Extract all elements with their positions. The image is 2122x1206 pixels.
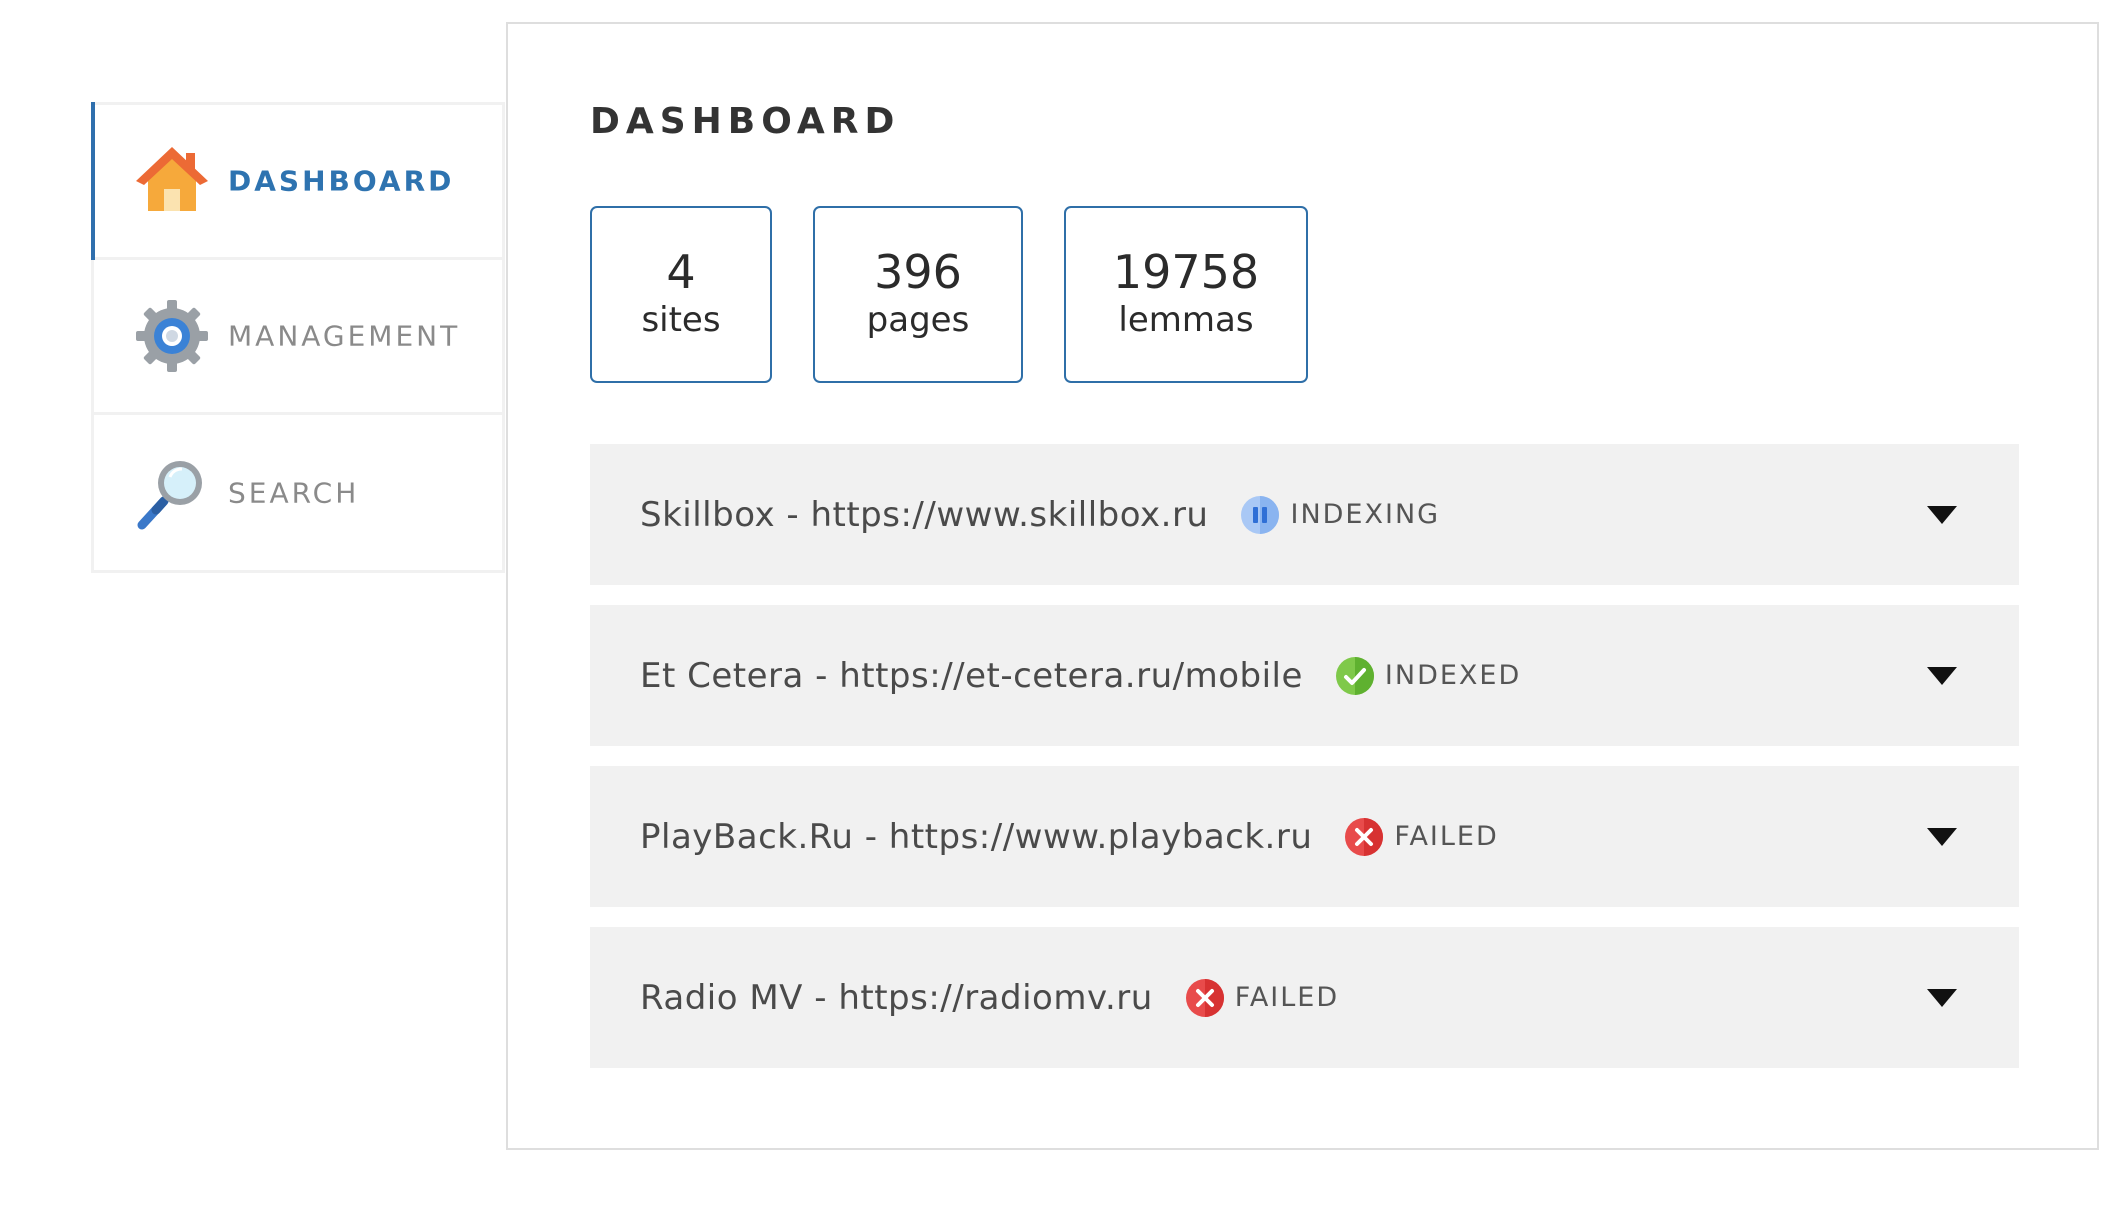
status-text: INDEXED: [1384, 660, 1522, 691]
chevron-down-icon[interactable]: [1927, 988, 1957, 1007]
stat-card-pages: 396 pages: [813, 206, 1023, 383]
stats-summary: 4 sites 396 pages 19758 lemmas: [590, 206, 1308, 383]
stat-label: sites: [641, 299, 721, 340]
chevron-down-icon[interactable]: [1927, 666, 1957, 685]
chevron-down-icon[interactable]: [1927, 827, 1957, 846]
site-title: Et Cetera - https://et-cetera.ru/mobile: [640, 655, 1303, 696]
error-icon: [1345, 817, 1384, 856]
site-row-skillbox[interactable]: Skillbox - https://www.skillbox.ru INDEX…: [590, 444, 2019, 585]
stat-value: 19758: [1112, 245, 1260, 300]
sidebar-item-label: DASHBOARD: [228, 164, 455, 198]
check-icon: [1335, 656, 1374, 695]
status-text: FAILED: [1234, 982, 1340, 1013]
home-icon: [134, 143, 210, 219]
sidebar: DASHBOARD MANAGEMENT SEARCH: [91, 102, 505, 573]
status-badge: FAILED: [1344, 817, 1498, 857]
status-badge: INDEXED: [1335, 656, 1521, 696]
status-text: FAILED: [1394, 821, 1499, 852]
gear-icon: [134, 298, 210, 374]
status-badge: INDEXING: [1240, 495, 1440, 535]
sidebar-item-label: SEARCH: [228, 476, 360, 509]
site-list: Skillbox - https://www.skillbox.ru INDEX…: [590, 444, 2019, 1088]
status-text: INDEXING: [1290, 499, 1441, 530]
pause-icon: [1241, 495, 1280, 534]
page-title: DASHBOARD: [590, 101, 901, 142]
sidebar-item-label: MANAGEMENT: [228, 319, 461, 353]
error-icon: [1185, 978, 1224, 1017]
stat-value: 4: [666, 245, 696, 300]
main-panel: DASHBOARD 4 sites 396 pages 19758 lemmas…: [506, 22, 2099, 1150]
stat-card-lemmas: 19758 lemmas: [1064, 206, 1308, 383]
sidebar-item-search[interactable]: SEARCH: [94, 415, 502, 570]
sidebar-item-management[interactable]: MANAGEMENT: [94, 260, 502, 415]
site-title: Radio MV - https://radiomv.ru: [640, 977, 1153, 1018]
site-row-playback[interactable]: PlayBack.Ru - https://www.playback.ru FA…: [590, 766, 2019, 907]
stat-card-sites: 4 sites: [590, 206, 772, 383]
stat-value: 396: [874, 245, 962, 300]
chevron-down-icon[interactable]: [1927, 505, 1957, 524]
site-title: Skillbox - https://www.skillbox.ru: [640, 494, 1209, 535]
stat-label: lemmas: [1118, 299, 1254, 340]
magnifier-icon: [134, 455, 210, 531]
site-title: PlayBack.Ru - https://www.playback.ru: [640, 816, 1313, 857]
stat-label: pages: [866, 299, 970, 340]
status-badge: FAILED: [1185, 978, 1339, 1018]
site-row-et-cetera[interactable]: Et Cetera - https://et-cetera.ru/mobile …: [590, 605, 2019, 746]
site-row-radio-mv[interactable]: Radio MV - https://radiomv.ru FAILED: [590, 927, 2019, 1068]
sidebar-item-dashboard[interactable]: DASHBOARD: [91, 102, 502, 260]
